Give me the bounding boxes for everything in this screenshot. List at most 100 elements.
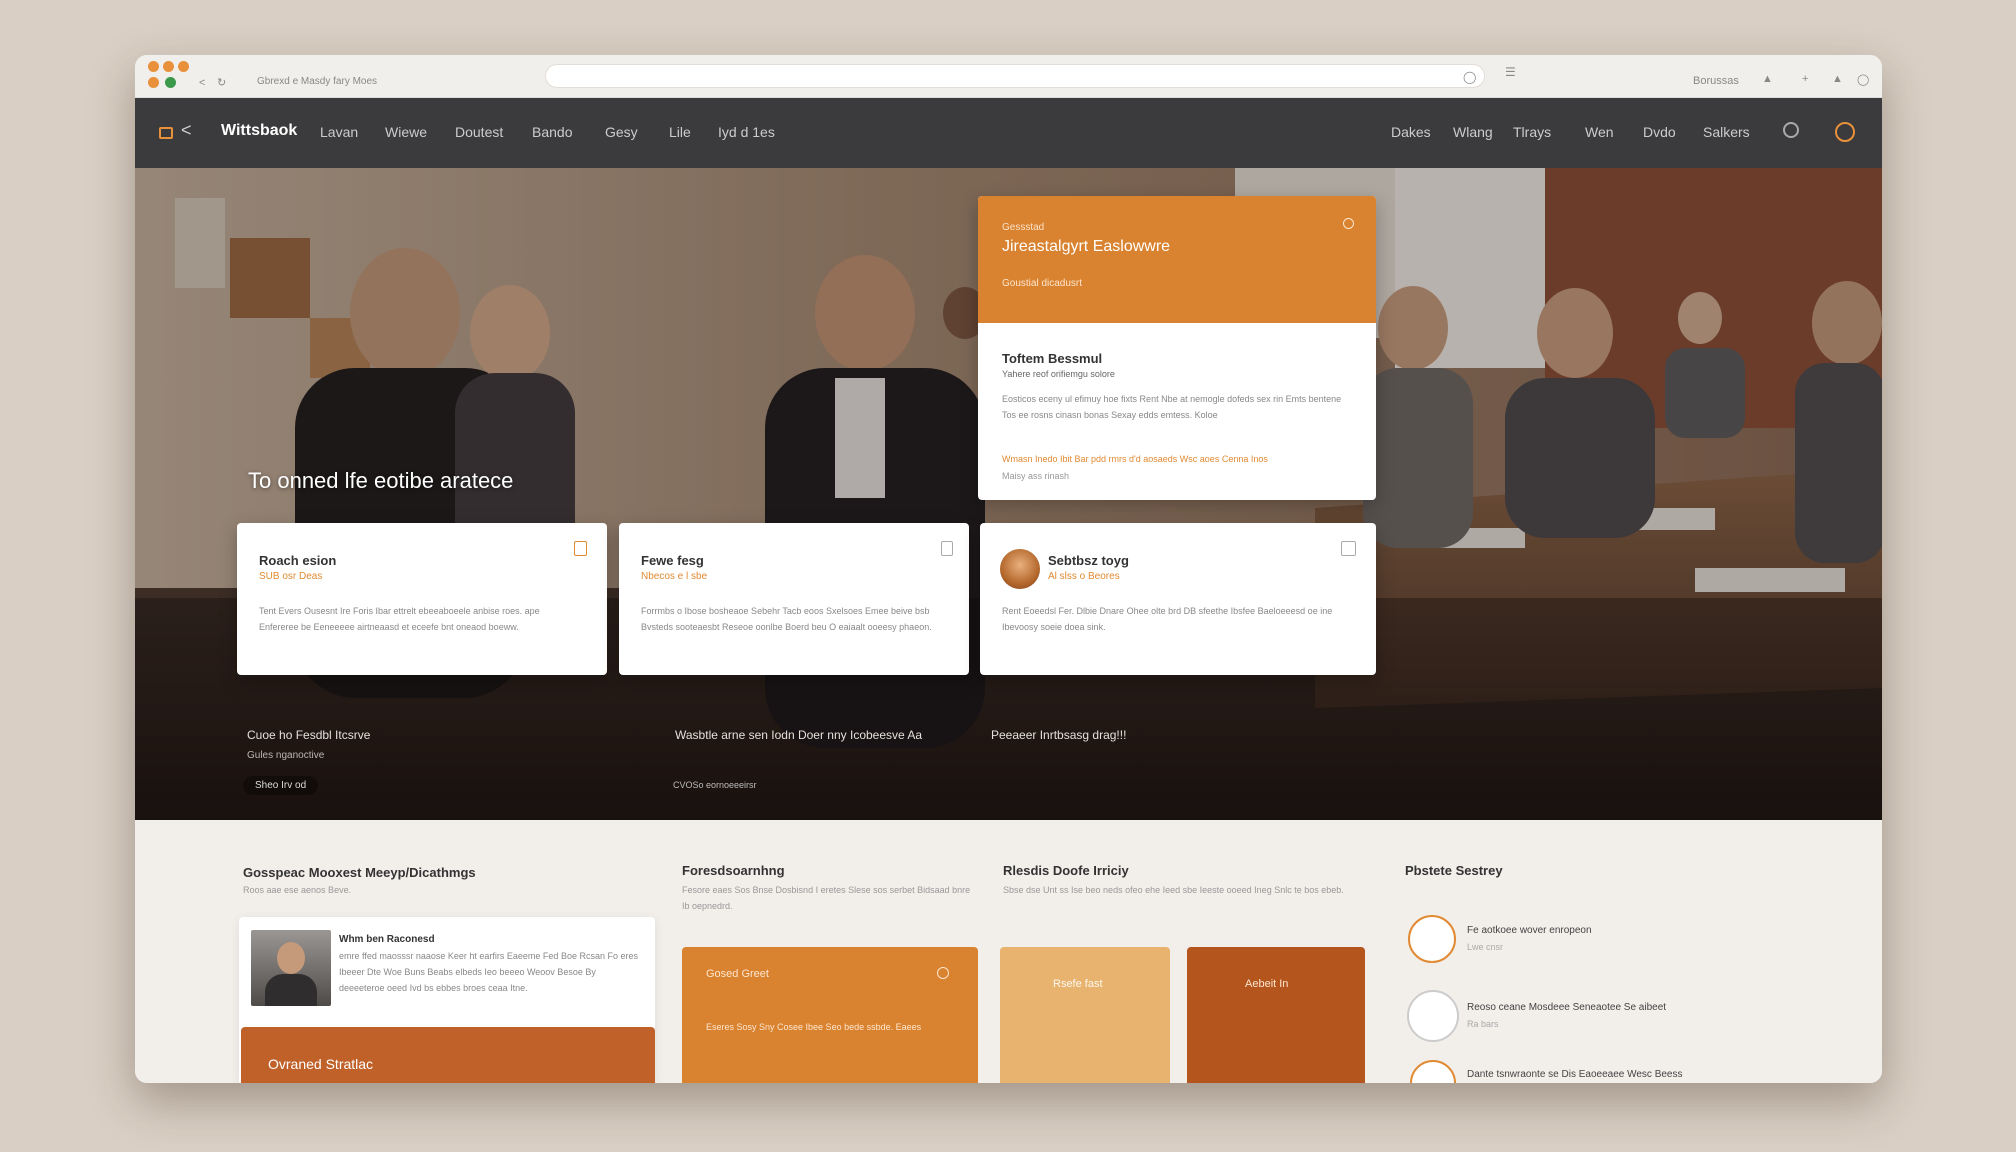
nav-right-link-1[interactable]: Dakes: [1391, 124, 1431, 140]
goal-card-title: Gosed Greet: [706, 968, 769, 980]
strategy-banner[interactable]: [241, 1027, 655, 1083]
col2-title: Foresdsoarnhng: [682, 863, 785, 878]
tab-dot-green: [165, 77, 176, 88]
trash-icon[interactable]: ▲: [1762, 73, 1773, 85]
card-3-body: Rent Eoeedsl Fer. Dlbie Dnare Ohee olte …: [1002, 606, 1333, 632]
list-item-1-text[interactable]: Fe aotkoee wover enropeon: [1467, 925, 1592, 936]
search-icon[interactable]: [1783, 122, 1799, 138]
feature-card-title: Jireastalgyrt Easlowwre: [1002, 238, 1171, 255]
hero-pill[interactable]: Sheo Irv od: [243, 776, 319, 795]
feature-card-subtitle: Goustial dicadusrt: [1002, 278, 1083, 289]
maximize-dot[interactable]: [178, 61, 189, 72]
nav-right-link-5[interactable]: Dvdo: [1643, 124, 1676, 140]
hero-caption-1: Cuoe ho Fesdbl Itcsrve: [247, 728, 371, 742]
bottom-section: Gosspeac Mooxest Meeyp/Dicathmgs Roos aa…: [135, 820, 1882, 1083]
list-icon[interactable]: [1341, 541, 1356, 556]
feature-card[interactable]: Gessstad Jireastalgyrt Easlowwre Goustia…: [978, 196, 1376, 500]
nav-right-link-6[interactable]: Salkers: [1703, 124, 1750, 140]
pin-icon[interactable]: [1410, 1060, 1456, 1083]
nav-link-5[interactable]: Gesy: [605, 124, 638, 140]
search-input[interactable]: [545, 64, 1485, 88]
resource-card-light-label: Rsefe fast: [1053, 978, 1103, 990]
mic-icon[interactable]: ◯: [1463, 70, 1476, 84]
extension-icon[interactable]: ☰: [1505, 65, 1516, 79]
browser-window: < ↻ Gbrexd e Masdy fary Moes ◯ ☰ Borussa…: [135, 55, 1882, 1083]
list-item-1-sub: Lwe cnsr: [1467, 942, 1504, 952]
minimize-dot[interactable]: [163, 61, 174, 72]
info-card-1[interactable]: Roach esion SUB osr Deas Tent Evers Ouse…: [237, 523, 607, 675]
goal-card-text: Eseres Sosy Sny Cosee Ibee Seo bede ssbd…: [706, 1022, 922, 1032]
profile-title: Whm ben Raconesd: [339, 934, 435, 945]
nav-link-7[interactable]: Iyd d 1es: [718, 124, 775, 140]
resource-card-light[interactable]: [1000, 947, 1170, 1083]
nav-right-link-3[interactable]: Tlrays: [1513, 124, 1551, 140]
nav-link-3[interactable]: Doutest: [455, 124, 503, 140]
card-2-title: Fewe fesg: [641, 553, 704, 568]
col3-title: Rlesdis Doofe Irriciy: [1003, 863, 1129, 878]
feature-links[interactable]: Wmasn Inedo Ibit Bar pdd rmrs d'd aosaed…: [1002, 454, 1268, 464]
address-text[interactable]: Gbrexd e Masdy fary Moes: [257, 76, 377, 87]
feature-body-sub: Yahere reof orifiemgu solore: [1002, 369, 1115, 379]
nav-link-2[interactable]: Wiewe: [385, 124, 427, 140]
avatar: [1000, 549, 1040, 589]
back-icon[interactable]: <: [199, 77, 205, 89]
col3-sub: Sbse dse Unt ss Ise beo neds ofeo ehe Ie…: [1003, 885, 1344, 895]
goal-info-icon[interactable]: [937, 967, 949, 979]
feature-footnote: Maisy ass rinash: [1002, 471, 1070, 481]
card-3-title: Sebtbsz toyg: [1048, 553, 1129, 568]
card-2-sub: Nbecos e l sbe: [641, 571, 708, 582]
card-3-sub: Al slss o Beores: [1048, 571, 1120, 582]
back-nav-icon[interactable]: <: [181, 120, 192, 141]
strategy-banner-label: Ovraned Stratlac: [268, 1056, 374, 1072]
menu-icon[interactable]: [159, 127, 173, 139]
list-item-2-sub: Ra bars: [1467, 1019, 1499, 1029]
hero-heading: To onned lfe eotibe aratece: [248, 468, 514, 493]
feature-card-header: [978, 196, 1376, 323]
list-item-3-text[interactable]: Dante tsnwraonte se Dis Eaoeeaee Wesc Be…: [1467, 1069, 1683, 1080]
info-card-3[interactable]: Sebtbsz toyg Al slss o Beores Rent Eoeed…: [980, 523, 1376, 675]
feature-body-title: Toftem Bessmul: [1002, 351, 1103, 366]
feature-body-text: Eosticos eceny ul efimuy hoe fixts Rent …: [1002, 394, 1342, 420]
close-dot[interactable]: [148, 61, 159, 72]
col4-title: Pbstete Sestrey: [1405, 863, 1503, 878]
nav-link-1[interactable]: Lavan: [320, 124, 358, 140]
tab-dot-orange: [148, 77, 159, 88]
browser-chrome: < ↻ Gbrexd e Masdy fary Moes ◯ ☰ Borussa…: [135, 55, 1882, 98]
info-card-2[interactable]: Fewe fesg Nbecos e l sbe Forrmbs o Ibose…: [619, 523, 969, 675]
user-icon[interactable]: [1835, 122, 1855, 142]
bookmark-icon[interactable]: [574, 541, 587, 556]
col1-title: Gosspeac Mooxest Meeyp/Dicathmgs: [243, 865, 476, 880]
globe-icon[interactable]: [1407, 990, 1459, 1042]
list-item-2-text[interactable]: Reoso ceane Mosdeee Seneaotee Se aibeet: [1467, 1002, 1666, 1013]
settings-icon[interactable]: ◯: [1857, 73, 1869, 86]
refresh-icon[interactable]: ↻: [217, 76, 226, 89]
info-icon[interactable]: [1343, 218, 1354, 229]
hero-section: To onned lfe eotibe aratece Gessstad Jir…: [135, 168, 1882, 820]
card-1-title: Roach esion: [259, 553, 337, 568]
nav-link-6[interactable]: Lile: [669, 124, 691, 140]
profile-photo-body: [265, 974, 317, 1006]
nav-link-4[interactable]: Bando: [532, 124, 572, 140]
profile-photo-head: [277, 942, 305, 974]
card-2-body: Forrmbs o Ibose bosheaoe Sebehr Tacb eoo…: [641, 606, 932, 632]
profile-label[interactable]: Borussas: [1693, 75, 1739, 87]
card-1-sub: SUB osr Deas: [259, 571, 323, 582]
profile-photo: [251, 930, 331, 1006]
resource-card-dark-label: Aebeit In: [1245, 978, 1289, 990]
nav-right-link-4[interactable]: Wen: [1585, 124, 1614, 140]
col2-sub: Fesore eaes Sos Bnse Dosbisnd I eretes S…: [682, 885, 971, 911]
hero-caption-1-sub: Gules nganoctive: [247, 750, 325, 761]
top-nav: < Wittsbaok Lavan Wiewe Doutest Bando Ge…: [135, 98, 1882, 168]
bell-icon[interactable]: ▲: [1832, 73, 1843, 85]
plus-icon[interactable]: +: [1802, 73, 1808, 85]
hero-caption-3: Peeaeer Inrtbsasg drag!!!: [991, 728, 1127, 742]
profile-text: emre ffed maosssr naaose Keer ht earfirs…: [339, 951, 638, 993]
document-icon[interactable]: [941, 541, 953, 556]
badge-icon[interactable]: [1408, 915, 1456, 963]
resource-card-dark[interactable]: [1187, 947, 1365, 1083]
feature-card-label: Gessstad: [1002, 222, 1045, 233]
card-1-body: Tent Evers Ousesnt Ire Foris Ibar ettrel…: [259, 606, 540, 632]
col1-sub: Roos aae ese aenos Beve.: [243, 885, 352, 895]
nav-right-link-2[interactable]: Wlang: [1453, 124, 1493, 140]
brand-logo[interactable]: Wittsbaok: [221, 122, 297, 140]
